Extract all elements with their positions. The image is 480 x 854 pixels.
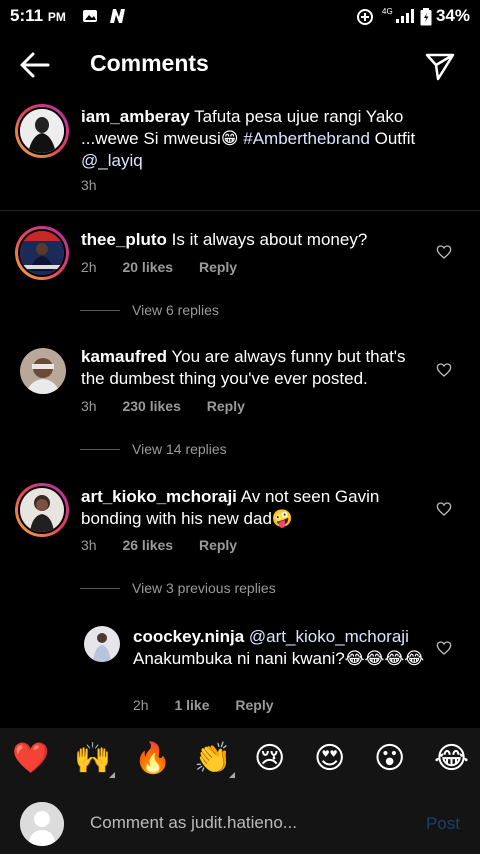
reply-likes[interactable]: 1 like	[174, 697, 209, 713]
comment-username[interactable]: art_kioko_mchoraji	[81, 487, 237, 506]
emoji-raising-hands-glyph: 🙌	[74, 741, 112, 776]
reply-username[interactable]: coockey.ninja	[133, 627, 244, 646]
comment-time: 2h	[81, 259, 97, 275]
reply-button[interactable]: Reply	[207, 398, 245, 414]
reply-button[interactable]: Reply	[235, 697, 273, 713]
reply-text: coockey.ninja @art_kioko_mchoraji Anakum…	[133, 626, 428, 670]
comment-time: 3h	[81, 398, 97, 414]
view-previous-replies-button[interactable]: View 3 previous replies	[80, 580, 276, 596]
emoji-crying-face[interactable]: 😢	[254, 742, 285, 776]
comment-username[interactable]: kamaufred	[81, 347, 167, 366]
avatar-art_kioko_mchoraji[interactable]	[15, 483, 69, 537]
caption-mention[interactable]: @_layiq	[81, 151, 143, 170]
comment-text: kamaufred You are always funny but that'…	[81, 346, 431, 390]
reply-button[interactable]: Reply	[199, 259, 237, 275]
my-avatar	[20, 802, 64, 846]
default-avatar-icon	[20, 802, 64, 846]
comment-likes[interactable]: 26 likes	[122, 537, 173, 553]
comment-username[interactable]: thee_pluto	[81, 230, 167, 249]
reply-thread-line	[80, 587, 120, 589]
comment-meta: 3h 230 likes Reply	[81, 398, 267, 414]
avatar-photo	[20, 488, 64, 532]
n-app-icon	[110, 9, 125, 23]
view-replies-button[interactable]: View 6 replies	[80, 302, 219, 318]
emoji-raising-hands[interactable]: 🙌	[74, 741, 116, 778]
emoji-tears-of-joy[interactable]: 😂	[434, 742, 469, 776]
emoji-quick-bar: ❤️ 🙌 🔥 👏 😢 😍 😮 😂	[0, 728, 480, 794]
battery-percent: 34%	[435, 6, 470, 25]
emoji-surprised-face[interactable]: 😮	[374, 742, 405, 776]
skin-tone-indicator	[109, 772, 116, 778]
page-title: Comments	[90, 50, 209, 76]
view-replies-label: View 3 previous replies	[132, 580, 276, 596]
comment-kamaufred: kamaufred You are always funny but that'…	[0, 342, 480, 462]
header: Comments	[0, 32, 480, 98]
reply-mention[interactable]: @art_kioko_mchoraji	[244, 627, 409, 646]
caption-time: 3h	[81, 177, 97, 193]
emoji-clapping-hands-glyph: 👏	[194, 741, 232, 776]
avatar-photo	[84, 626, 120, 662]
comment-text: art_kioko_mchoraji Av not seen Gavin bon…	[81, 486, 411, 530]
reply-thread-line	[80, 448, 120, 450]
heart-icon[interactable]	[436, 244, 452, 260]
send-icon[interactable]	[424, 50, 456, 82]
avatar-kamaufred[interactable]	[20, 348, 66, 394]
reply-coockey-ninja: coockey.ninja @art_kioko_mchoraji Anakum…	[0, 620, 480, 720]
gallery-icon	[83, 10, 97, 22]
comment-likes[interactable]: 230 likes	[122, 398, 180, 414]
avatar-thee_pluto[interactable]	[15, 226, 69, 280]
caption-username[interactable]: iam_amberay	[81, 107, 190, 126]
comment-meta: 3h 26 likes Reply	[81, 537, 259, 553]
skin-tone-indicator	[229, 772, 236, 778]
avatar-photo	[20, 231, 64, 275]
view-replies-button[interactable]: View 14 replies	[80, 441, 227, 457]
emoji-clapping-hands[interactable]: 👏	[194, 741, 236, 778]
reply-body: Anakumbuka ni nani kwani?😂😂😂😂	[133, 649, 425, 668]
divider	[0, 210, 480, 211]
emoji-red-heart[interactable]: ❤️	[12, 742, 49, 776]
caption-body-2: Outfit	[369, 129, 416, 148]
comment-text: thee_pluto Is it always about money?	[81, 229, 431, 251]
comment-meta: 2h 20 likes Reply	[81, 259, 259, 275]
data-saver-icon	[357, 9, 373, 25]
avatar-iam_amberay[interactable]	[15, 104, 69, 158]
heart-icon[interactable]	[436, 640, 452, 656]
signal-icon	[396, 9, 414, 23]
status-bar: 5:11 PM 4G 34%	[0, 0, 480, 32]
avatar-coockey-ninja[interactable]	[84, 626, 120, 662]
status-time-value: 5:11	[10, 6, 44, 25]
post-button[interactable]: Post	[426, 814, 460, 834]
comment-thee_pluto: thee_pluto Is it always about money? 2h …	[0, 224, 480, 324]
caption-meta: 3h	[81, 177, 119, 193]
back-arrow-icon[interactable]	[18, 50, 52, 80]
caption-text: iam_amberay Tafuta pesa ujue rangi Yako …	[81, 106, 461, 172]
view-replies-label: View 6 replies	[132, 302, 219, 318]
comment-body: Is it always about money?	[166, 230, 368, 249]
heart-icon[interactable]	[436, 501, 452, 517]
caption-hashtag[interactable]: #Amberthebrand	[243, 129, 370, 148]
caption: iam_amberay Tafuta pesa ujue rangi Yako …	[0, 98, 480, 210]
status-time: 5:11 PM	[10, 6, 66, 26]
avatar-photo	[20, 109, 64, 153]
comment-time: 3h	[81, 537, 97, 553]
reply-meta: 2h 1 like Reply	[133, 697, 296, 713]
reply-time: 2h	[133, 697, 149, 713]
battery-icon	[420, 8, 432, 26]
comment-art_kioko_mchoraji: art_kioko_mchoraji Av not seen Gavin bon…	[0, 481, 480, 601]
status-ampm: PM	[47, 10, 66, 24]
reply-button[interactable]: Reply	[199, 537, 237, 553]
emoji-heart-eyes[interactable]: 😍	[314, 742, 345, 776]
comment-likes[interactable]: 20 likes	[122, 259, 173, 275]
avatar-photo	[20, 348, 66, 394]
network-type: 4G	[382, 7, 393, 16]
comment-input[interactable]	[90, 808, 390, 838]
comment-composer: Post	[0, 794, 480, 854]
emoji-fire[interactable]: 🔥	[134, 742, 171, 776]
view-replies-label: View 14 replies	[132, 441, 227, 457]
heart-icon[interactable]	[436, 362, 452, 378]
reply-thread-line	[80, 309, 120, 311]
